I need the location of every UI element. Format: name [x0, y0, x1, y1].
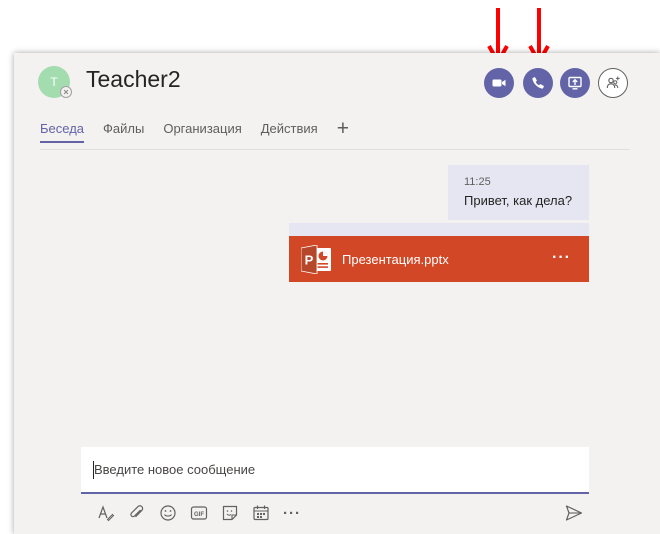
screen-share-icon — [568, 76, 582, 90]
powerpoint-icon: P — [301, 244, 331, 274]
message-bubble[interactable]: 11:25 Привет, как дела? — [448, 165, 589, 220]
tab-files[interactable]: Файлы — [103, 121, 144, 141]
message-text: Привет, как дела? — [464, 193, 573, 208]
schedule-meeting-button[interactable] — [251, 503, 271, 523]
calendar-icon — [253, 505, 269, 521]
tab-organization[interactable]: Организация — [163, 121, 241, 141]
svg-text:P: P — [305, 252, 314, 267]
sticker-button[interactable] — [220, 503, 240, 523]
emoji-icon — [160, 505, 176, 521]
message-input[interactable] — [94, 447, 574, 492]
compose-toolbar: GIF ··· — [96, 503, 313, 523]
video-call-button[interactable] — [484, 68, 514, 98]
tab-conversation[interactable]: Беседа — [40, 121, 85, 143]
attachment-card[interactable]: P Презентация.pptx ··· — [289, 236, 589, 282]
add-people-button[interactable] — [598, 68, 628, 98]
avatar-initial: T — [50, 75, 58, 89]
compose-box[interactable] — [81, 447, 589, 494]
add-tab-button[interactable]: + — [337, 118, 349, 139]
emoji-button[interactable] — [158, 503, 178, 523]
attachment-more-options[interactable]: ··· — [552, 249, 571, 267]
format-text-icon — [98, 505, 115, 522]
more-options-button[interactable]: ··· — [282, 503, 302, 523]
message-time: 11:25 — [464, 176, 491, 188]
tabs-divider — [40, 149, 630, 150]
attachment-file-name[interactable]: Презентация.pptx — [342, 252, 449, 267]
gif-button[interactable]: GIF — [189, 503, 209, 523]
add-people-icon — [606, 76, 620, 89]
contact-name: Teacher2 — [86, 66, 181, 92]
tab-bar: Беседа Файлы Организация Действия + — [40, 118, 349, 143]
audio-call-button[interactable] — [523, 68, 553, 98]
tab-activity[interactable]: Действия — [261, 121, 318, 141]
share-screen-button[interactable] — [560, 68, 590, 98]
chat-window: T Teacher2 Беседа Файлы Организация Дейс… — [14, 53, 660, 534]
format-button[interactable] — [96, 503, 116, 523]
attachment-bubble-frame — [289, 223, 589, 236]
svg-text:GIF: GIF — [194, 512, 204, 518]
send-icon[interactable] — [565, 504, 583, 522]
attach-file-button[interactable] — [127, 503, 147, 523]
video-camera-icon — [492, 79, 506, 87]
sticker-icon — [222, 505, 238, 521]
phone-icon — [532, 77, 544, 89]
presence-status-icon — [60, 86, 72, 98]
gif-icon: GIF — [190, 506, 208, 520]
paperclip-icon — [130, 505, 144, 518]
